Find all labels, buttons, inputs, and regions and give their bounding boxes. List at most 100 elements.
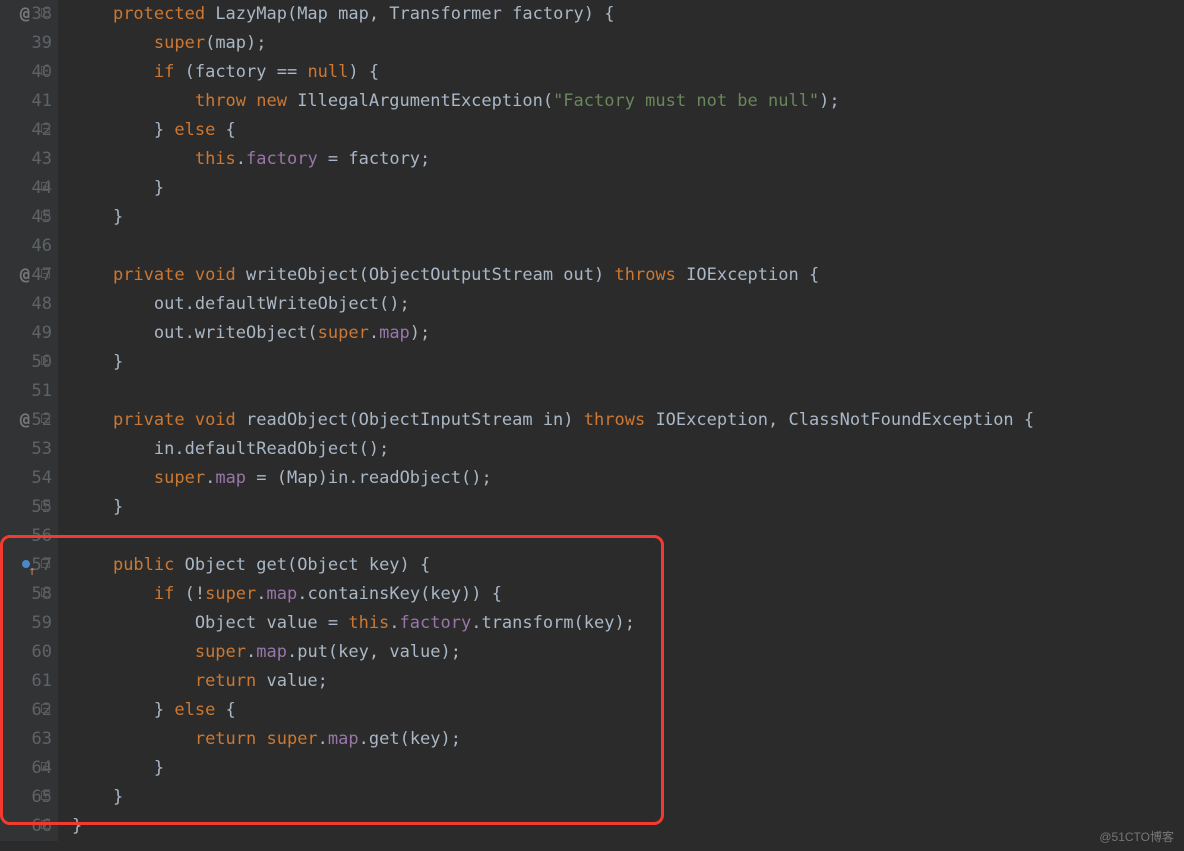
code-token: else [174, 700, 225, 720]
code-line[interactable]: private void readObject(ObjectInputStrea… [72, 406, 1184, 435]
line-number: 62 [0, 696, 52, 725]
code-line[interactable]: throw new IllegalArgumentException("Fact… [72, 87, 1184, 116]
line-number: 40 [0, 58, 52, 87]
code-line[interactable]: protected LazyMap(Map map, Transformer f… [72, 0, 1184, 29]
line-number: 59 [0, 609, 52, 638]
code-token: null [307, 62, 348, 82]
code-line[interactable]: } else { [72, 696, 1184, 725]
fold-toggle-icon[interactable] [41, 182, 50, 191]
line-number: 61 [0, 667, 52, 696]
code-line[interactable]: return super.map.get(key); [72, 725, 1184, 754]
code-area[interactable]: protected LazyMap(Map map, Transformer f… [58, 0, 1184, 841]
code-line[interactable]: out.defaultWriteObject(); [72, 290, 1184, 319]
code-line[interactable]: } [72, 174, 1184, 203]
fold-toggle-icon[interactable] [41, 211, 50, 220]
code-token [72, 62, 154, 82]
code-editor[interactable]: 38@394041424344454647@4849505152@5354555… [0, 0, 1184, 841]
fold-toggle-icon[interactable] [41, 791, 50, 800]
line-number: 49 [0, 319, 52, 348]
line-number: 63 [0, 725, 52, 754]
code-line[interactable]: } [72, 783, 1184, 812]
fold-toggle-icon[interactable] [41, 762, 50, 771]
code-token: private void [113, 410, 246, 430]
code-token: } [72, 497, 123, 517]
code-line[interactable]: } else { [72, 116, 1184, 145]
code-token [72, 149, 195, 169]
code-token: } [72, 178, 164, 198]
line-number: 47@ [0, 261, 52, 290]
code-line[interactable]: } [72, 812, 1184, 841]
line-number: 43 [0, 145, 52, 174]
code-line[interactable]: Object value = this.factory.transform(ke… [72, 609, 1184, 638]
code-line[interactable]: public Object get(Object key) { [72, 551, 1184, 580]
fold-toggle-icon[interactable] [41, 820, 50, 829]
code-token: .put(key, value); [287, 642, 461, 662]
code-line[interactable]: private void writeObject(ObjectOutputStr… [72, 261, 1184, 290]
code-token: Object value = [72, 613, 348, 633]
code-token: IOException, ClassNotFoundException { [655, 410, 1034, 430]
code-token: ) { [348, 62, 379, 82]
code-token: = (Map)in.readObject(); [246, 468, 492, 488]
code-line[interactable] [72, 522, 1184, 551]
fold-toggle-icon[interactable] [41, 704, 50, 713]
code-line[interactable]: } [72, 493, 1184, 522]
code-token: } [72, 352, 123, 372]
code-token: ); [819, 91, 839, 111]
code-line[interactable]: in.defaultReadObject(); [72, 435, 1184, 464]
code-token: map [328, 729, 359, 749]
fold-toggle-icon[interactable] [41, 269, 50, 278]
code-token: super [205, 584, 256, 604]
code-line[interactable]: super(map); [72, 29, 1184, 58]
code-token: super [154, 33, 205, 53]
code-line[interactable]: super.map.put(key, value); [72, 638, 1184, 667]
fold-toggle-icon[interactable] [41, 356, 50, 365]
line-number: 60 [0, 638, 52, 667]
code-token: return [195, 729, 267, 749]
code-token: super [195, 642, 246, 662]
code-token: IOException { [686, 265, 819, 285]
code-token: "Factory must not be null" [553, 91, 819, 111]
code-token: map [267, 584, 298, 604]
fold-toggle-icon[interactable] [41, 66, 50, 75]
code-token: super [154, 468, 205, 488]
code-line[interactable]: if (factory == null) { [72, 58, 1184, 87]
code-line[interactable] [72, 232, 1184, 261]
code-line[interactable] [72, 377, 1184, 406]
code-line[interactable]: } [72, 754, 1184, 783]
fold-toggle-icon[interactable] [41, 124, 50, 133]
line-number: 41 [0, 87, 52, 116]
code-token: value; [266, 671, 327, 691]
line-number: 56 [0, 522, 52, 551]
code-line[interactable]: } [72, 348, 1184, 377]
code-token [72, 642, 195, 662]
code-line[interactable]: if (!super.map.containsKey(key)) { [72, 580, 1184, 609]
fold-toggle-icon[interactable] [41, 559, 50, 568]
fold-toggle-icon[interactable] [41, 8, 50, 17]
fold-toggle-icon[interactable] [41, 588, 50, 597]
line-number: 44 [0, 174, 52, 203]
code-line[interactable]: super.map = (Map)in.readObject(); [72, 464, 1184, 493]
code-token [72, 671, 195, 691]
code-token: (! [185, 584, 205, 604]
line-number: 51 [0, 377, 52, 406]
line-number: 66 [0, 812, 52, 841]
code-line[interactable]: return value; [72, 667, 1184, 696]
line-number: 65 [0, 783, 52, 812]
code-token [72, 91, 195, 111]
code-token [72, 584, 154, 604]
code-token: } [72, 816, 82, 836]
code-token: IllegalArgumentException( [297, 91, 553, 111]
fold-toggle-icon[interactable] [41, 414, 50, 423]
code-token: throw new [195, 91, 297, 111]
code-token: } [72, 207, 123, 227]
code-token: .containsKey(key)) { [297, 584, 502, 604]
fold-toggle-icon[interactable] [41, 501, 50, 510]
code-line[interactable]: this.factory = factory; [72, 145, 1184, 174]
code-token: super [266, 729, 317, 749]
line-number: 50 [0, 348, 52, 377]
code-line[interactable]: } [72, 203, 1184, 232]
code-token [72, 33, 154, 53]
code-line[interactable]: out.writeObject(super.map); [72, 319, 1184, 348]
code-token: (map); [205, 33, 266, 53]
line-number: 54 [0, 464, 52, 493]
